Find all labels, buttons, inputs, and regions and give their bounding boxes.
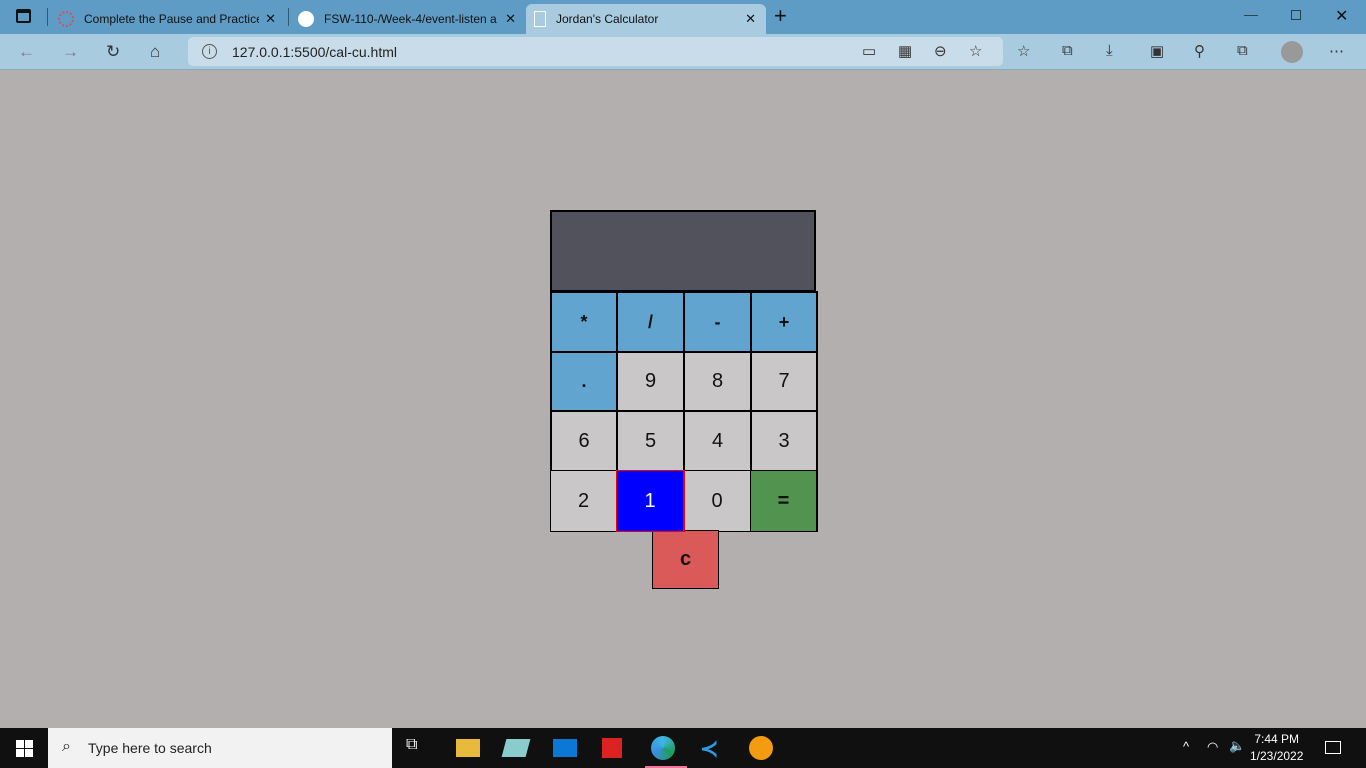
loading-icon [58, 11, 74, 27]
restore-button[interactable] [1291, 10, 1301, 20]
forward-button[interactable]: → [62, 42, 79, 62]
new-tab-button[interactable]: + [774, 3, 787, 29]
notifications-icon[interactable] [1325, 741, 1341, 754]
key-equals[interactable]: = [750, 470, 818, 532]
key-0[interactable]: 0 [683, 470, 752, 532]
file-explorer-icon[interactable] [456, 739, 480, 757]
key-7[interactable]: 7 [750, 351, 818, 412]
extensions-icon[interactable]: ⚲ [1194, 42, 1205, 60]
math-solver-icon[interactable]: ▣ [1150, 42, 1164, 60]
time: 7:44 PM [1254, 732, 1300, 746]
taskbar-search-input[interactable]: ⌕ Type here to search [48, 728, 392, 768]
tab-title: FSW-110-/Week-4/event-listen a [324, 12, 497, 26]
app-icon[interactable] [501, 739, 531, 757]
close-tab-icon[interactable]: ✕ [505, 11, 516, 27]
github-icon [298, 11, 314, 27]
close-tab-icon[interactable]: ✕ [265, 11, 276, 27]
search-placeholder: Type here to search [88, 740, 212, 756]
key-9[interactable]: 9 [616, 351, 685, 412]
volume-icon[interactable]: 🔈 [1229, 738, 1245, 754]
clear-button[interactable]: c [652, 530, 719, 589]
media-player-icon[interactable] [749, 736, 773, 760]
apps-icon[interactable]: ▦ [898, 42, 912, 60]
date: 1/23/2022 [1250, 749, 1304, 763]
pdf-app-icon[interactable] [602, 738, 622, 758]
tab-github[interactable]: FSW-110-/Week-4/event-listen a ✕ [290, 4, 526, 34]
url-input[interactable]: i 127.0.0.1:5500/cal-cu.html [188, 37, 1003, 66]
mail-icon[interactable] [553, 739, 577, 757]
refresh-button[interactable]: ↻ [106, 42, 120, 62]
key-multiply[interactable]: * [550, 291, 618, 353]
key-3[interactable]: 3 [750, 410, 818, 472]
key-1[interactable]: 1 [616, 470, 685, 532]
url-text: 127.0.0.1:5500/cal-cu.html [232, 43, 397, 60]
key-6[interactable]: 6 [550, 410, 618, 472]
key-8[interactable]: 8 [683, 351, 752, 412]
more-menu-icon[interactable]: ⋯ [1329, 42, 1344, 60]
minimize-button[interactable]: — [1244, 6, 1258, 22]
key-subtract[interactable]: - [683, 291, 752, 353]
key-decimal[interactable]: . [550, 351, 618, 412]
taskbar: ⌕ Type here to search ⧉ ≺ ^ ◠ 🔈 7:44 PM … [0, 728, 1366, 768]
read-aloud-icon[interactable]: ▭ [862, 42, 876, 60]
task-view-icon[interactable]: ⧉ [406, 736, 430, 760]
vscode-icon[interactable]: ≺ [700, 736, 724, 761]
tab-pause-practice[interactable]: Complete the Pause and Practice ✕ [50, 4, 286, 34]
home-button[interactable]: ⌂ [150, 42, 160, 62]
show-hidden-icons[interactable]: ^ [1183, 739, 1189, 754]
key-4[interactable]: 4 [683, 410, 752, 472]
key-add[interactable]: + [750, 291, 818, 353]
edge-icon[interactable] [651, 736, 675, 760]
network-icon[interactable]: ◠ [1207, 739, 1218, 755]
zoom-icon[interactable]: ⊖ [934, 42, 947, 60]
favorites-icon[interactable]: ☆ [1017, 42, 1030, 60]
tab-title: Complete the Pause and Practice [84, 12, 259, 26]
back-button[interactable]: ← [18, 42, 35, 62]
key-2[interactable]: 2 [550, 470, 618, 532]
windows-start-icon[interactable] [16, 740, 33, 757]
info-icon: i [202, 44, 217, 59]
tab-strip: Complete the Pause and Practice ✕ FSW-11… [0, 0, 1366, 34]
clock[interactable]: 7:44 PM 1/23/2022 [1250, 731, 1303, 765]
favorite-add-icon[interactable]: ☆ [969, 42, 982, 60]
close-tab-icon[interactable]: ✕ [745, 11, 756, 27]
tab-title: Jordan's Calculator [556, 12, 659, 26]
profile-avatar[interactable] [1281, 41, 1303, 63]
collections-icon[interactable]: ⧉ [1062, 42, 1073, 59]
tab-actions-icon[interactable] [16, 9, 31, 23]
calculator-display [550, 210, 816, 292]
key-5[interactable]: 5 [616, 410, 685, 472]
tab-jordans-calculator[interactable]: Jordan's Calculator ✕ [526, 4, 766, 34]
search-icon: ⌕ [62, 738, 71, 755]
page-icon [534, 11, 546, 27]
key-divide[interactable]: / [616, 291, 685, 353]
download-icon[interactable]: ⤓ [1106, 42, 1113, 59]
close-window-button[interactable]: ✕ [1335, 6, 1348, 26]
feedback-icon[interactable]: ⧉ [1237, 42, 1248, 59]
